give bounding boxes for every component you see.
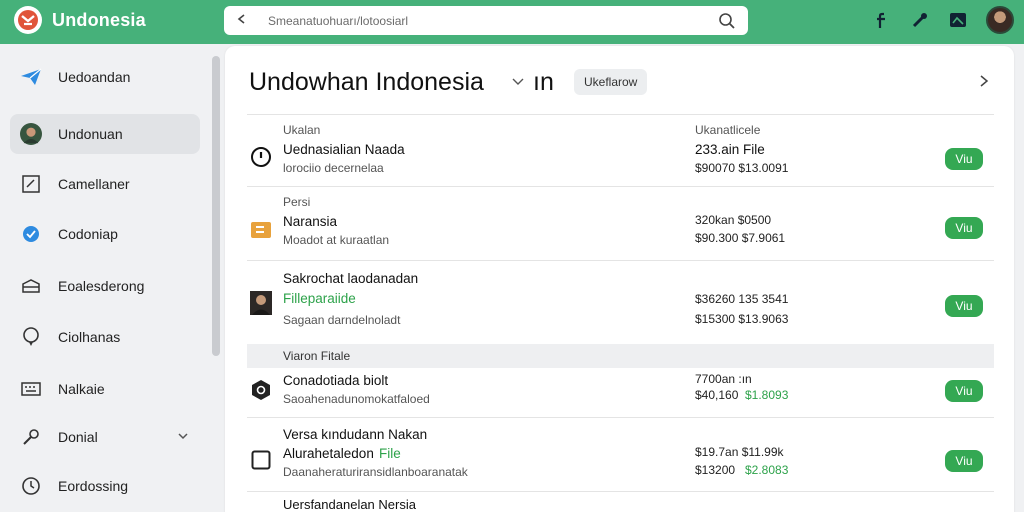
row-subtitle: lorociio decernelaa (283, 161, 384, 175)
user-avatar-icon (20, 123, 42, 145)
checkbox-icon[interactable] (249, 448, 273, 472)
sidebar-item-6[interactable]: Nalkaie (10, 369, 200, 409)
tag-badge-icon (249, 218, 273, 242)
row-subtitle: Sagaan darndelnoladt (283, 313, 401, 327)
chat-bubble-icon (20, 326, 42, 348)
search-input[interactable] (268, 13, 718, 28)
row-subtitle: Moadot at kuraatlan (283, 233, 390, 247)
person-photo-icon (249, 291, 273, 315)
list-item[interactable]: Persi Naransia Moadot at kuraatlan 320ka… (247, 186, 994, 260)
sidebar-item-1[interactable]: Undonuan (10, 114, 200, 154)
sidebar-item-7[interactable]: Donial (10, 417, 200, 457)
list-item[interactable]: Versa kındudann Nakan Alurahetaledon Fil… (247, 417, 994, 491)
list-item[interactable]: Uersfandanelan Nersia (247, 491, 994, 512)
row-right-mid: 320kan $0500 (695, 213, 772, 227)
row-subtitle: Daanaheraturiransidlanboaranatak (283, 465, 468, 479)
user-avatar[interactable] (986, 6, 1014, 34)
inbox-tray-icon (20, 275, 42, 297)
header-actions (872, 6, 1014, 34)
row-file-link[interactable]: File (379, 446, 401, 461)
row-name: Naransia (283, 214, 338, 229)
row-file-link[interactable]: Filleparaiide (283, 291, 356, 306)
row-price: $15300 $13.9063 (695, 312, 789, 326)
search-icon[interactable] (718, 12, 736, 30)
sidebar-item-0[interactable]: Uedoandan (10, 57, 200, 97)
row-name: Sakrochat laodanadan (283, 271, 419, 286)
brand[interactable]: Undonesia (14, 6, 146, 34)
page-title: Undowhan Indonesia (249, 68, 484, 96)
edit-box-icon (20, 173, 42, 195)
sidebar-item-4[interactable]: Eoalesderong (10, 266, 200, 306)
sidebar-item-label: Eoalesderong (58, 278, 145, 294)
row-right-mid: 233.ain File (695, 142, 765, 157)
row-right-mid: $19.7an $11.99k (695, 445, 784, 459)
title-suffix: ın (533, 68, 554, 96)
alert-clock-icon (249, 145, 273, 169)
row-top-label: Ukalan (283, 123, 321, 137)
sidebar-item-2[interactable]: Camellaner (10, 164, 200, 204)
view-button[interactable]: Viu (945, 450, 983, 472)
view-button[interactable]: Viu (945, 217, 983, 239)
wrench-icon (20, 426, 42, 448)
row-right-mid: $36260 135 3541 (695, 292, 789, 306)
section-header: Viaron Fitale (247, 344, 994, 368)
sidebar-item-8[interactable]: Eordossing (10, 466, 200, 506)
row-price-highlight: $1.8093 (745, 388, 789, 402)
clock-icon (20, 475, 42, 497)
sidebar-scrollbar[interactable] (212, 56, 220, 356)
chevron-down-icon[interactable] (176, 429, 190, 443)
list-item[interactable]: Sakrochat laodanadan Filleparaiide Sagaa… (247, 260, 994, 344)
sidebar-item-label: Codoniap (58, 226, 118, 242)
row-price: $40,160 (695, 388, 739, 402)
tools-icon[interactable] (910, 10, 930, 30)
sidebar-item-label: Ciolhanas (58, 329, 121, 345)
sidebar-item-label: Camellaner (58, 176, 130, 192)
paper-plane-icon (20, 66, 42, 88)
row-name: Alurahetaledon (283, 446, 374, 461)
view-button[interactable]: Viu (945, 380, 983, 402)
row-top-name: Versa kındudann Nakan (283, 427, 428, 442)
sidebar-item-label: Undonuan (58, 126, 123, 142)
row-right-top: Ukanatlicele (695, 123, 761, 137)
sidebar-item-label: Nalkaie (58, 381, 105, 397)
sidebar-item-label: Donial (58, 429, 98, 445)
camera-icon (249, 378, 273, 402)
section-label: Viaron Fitale (283, 349, 351, 363)
chevron-down-icon[interactable] (511, 74, 525, 88)
gallery-icon[interactable] (948, 10, 968, 30)
row-price: $13200 (695, 463, 736, 477)
filter-tag[interactable]: Ukeflarow (574, 69, 648, 95)
row-name: Conadotiada biolt (283, 373, 389, 388)
back-arrow-icon[interactable] (236, 12, 254, 29)
top-bar: Undonesia (0, 0, 1024, 44)
row-price: $90.300 $7.9061 (695, 231, 786, 245)
facebook-icon[interactable] (872, 10, 892, 30)
row-price-highlight: $2.8083 (745, 463, 789, 477)
sidebar-item-3[interactable]: Codoniap (10, 214, 200, 254)
row-right-mid: 7700an :ın (695, 372, 752, 386)
sidebar-item-label: Uedoandan (58, 69, 131, 85)
view-button[interactable]: Viu (945, 148, 983, 170)
list-item[interactable]: Ukalan Uednasialian Naada lorociio decer… (247, 114, 994, 186)
row-subtitle: Saoahenadunomokatfaloed (283, 392, 430, 406)
search-bar[interactable] (224, 6, 748, 35)
row-name: Uednasialian Naada (283, 142, 405, 157)
row-top-label: Persi (283, 195, 311, 209)
row-name: Uersfandanelan Nersia (283, 497, 416, 512)
row-price: $90070 $13.0091 (695, 161, 789, 175)
sidebar: Uedoandan Undonuan Camellaner Codoniap E… (0, 44, 212, 512)
main-panel: Undowhan Indonesia ın Ukeflarow Ukalan U… (225, 46, 1014, 512)
sidebar-item-5[interactable]: Ciolhanas (10, 317, 200, 357)
list-item[interactable]: Conadotiada biolt Saoahenadunomokatfaloe… (247, 368, 994, 417)
view-button[interactable]: Viu (945, 295, 983, 317)
keyboard-icon (20, 378, 42, 400)
chevron-right-icon[interactable] (978, 74, 990, 88)
app-logo-icon (14, 6, 42, 34)
app-name: Undonesia (52, 9, 146, 30)
settings-badge-icon (20, 223, 42, 245)
sidebar-item-label: Eordossing (58, 478, 129, 494)
